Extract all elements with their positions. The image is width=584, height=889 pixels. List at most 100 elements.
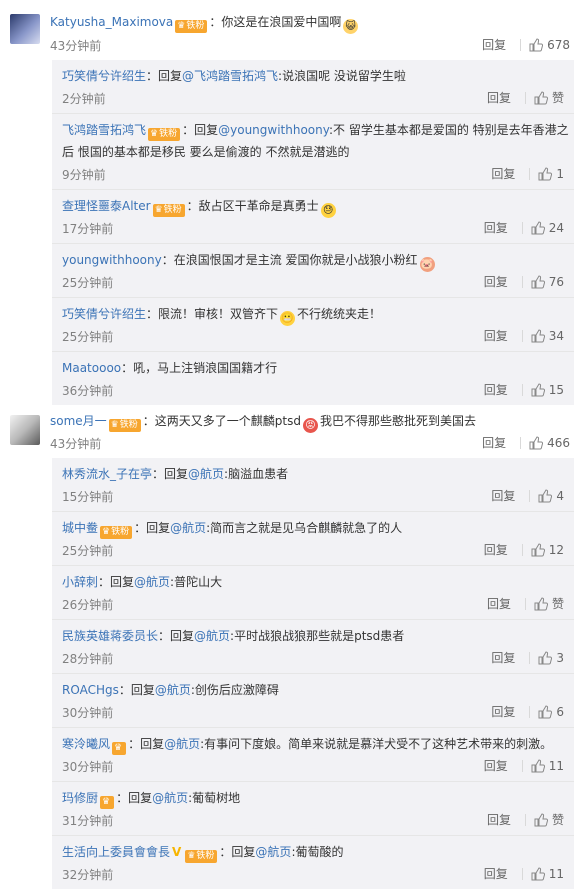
mention-link[interactable]: @航页 — [188, 467, 224, 481]
reply-button[interactable]: 回复 — [491, 705, 515, 719]
divider — [521, 384, 523, 396]
reply-button[interactable]: 回复 — [491, 167, 515, 181]
username-link[interactable]: 玛修厨 — [62, 791, 98, 805]
like-count: 15 — [548, 383, 564, 397]
like-count: 24 — [548, 221, 564, 235]
vip-v-icon: V — [172, 845, 182, 859]
divider — [524, 814, 526, 826]
username-link[interactable]: some月一 — [50, 414, 107, 428]
reply-line: Maatoooo：吼，马上注销浪国国籍才行 — [62, 359, 277, 376]
thumbs-up-icon — [531, 383, 545, 397]
reply-button[interactable]: 回复 — [487, 597, 511, 611]
like-button[interactable]: 6 — [538, 705, 564, 719]
username-link[interactable]: youngwithhoony — [62, 253, 162, 267]
mention-link[interactable]: @航页 — [170, 521, 206, 535]
reply-line: 巧笑倩兮许绍生：回复@飞鸿踏雪拓鸿飞:说浪国呢 没说留学生啦 — [62, 67, 406, 84]
username-link[interactable]: ROACHgs — [62, 683, 119, 697]
reply-list: 巧笑倩兮许绍生：回复@飞鸿踏雪拓鸿飞:说浪国呢 没说留学生啦 2分钟前 回复赞 … — [52, 60, 574, 405]
badge-label: 铁粉 — [186, 21, 205, 31]
username-link[interactable]: 巧笑倩兮许绍生 — [62, 307, 146, 321]
username-link[interactable]: 查理怪噩泰Alter — [62, 199, 151, 213]
like-button[interactable]: 赞 — [534, 597, 564, 611]
mention-link[interactable]: @航页 — [194, 629, 230, 643]
like-button[interactable]: 1 — [538, 167, 564, 181]
mention-link[interactable]: @飞鸿踏雪拓鸿飞 — [182, 69, 278, 83]
fan-badge[interactable]: ♛铁粉 — [148, 128, 181, 141]
reply-actions: 回复 34 — [484, 327, 564, 344]
divider — [529, 652, 531, 664]
reply-button[interactable]: 回复 — [491, 651, 515, 665]
divider — [524, 598, 526, 610]
reply-button[interactable]: 回复 — [484, 221, 508, 235]
reply-text: ：回复 — [182, 123, 219, 137]
avatar[interactable] — [10, 415, 40, 445]
reply-button[interactable]: 回复 — [484, 759, 508, 773]
mention-link[interactable]: @航页 — [164, 737, 200, 751]
fan-badge[interactable]: ♛铁粉 — [185, 850, 218, 863]
badge-label: 铁粉 — [163, 205, 182, 215]
reply-button[interactable]: 回复 — [484, 867, 508, 881]
like-count: 12 — [548, 543, 564, 557]
divider — [529, 490, 531, 502]
reply-item: 寒泠曦风 ♛ ：回复@航页:有事问下度娘。简单来说就是慕洋犬受不了这种艺术带来的刺激… — [52, 728, 574, 782]
username-link[interactable]: 小辞刺 — [62, 575, 98, 589]
reply-button[interactable]: 回复 — [487, 91, 511, 105]
angry-emoji-icon: 😡 — [302, 418, 318, 433]
like-button[interactable]: 11 — [531, 867, 564, 881]
fan-badge[interactable]: ♛ — [100, 796, 115, 809]
like-button[interactable]: 76 — [531, 275, 564, 289]
username-link[interactable]: 民族英雄蒋委员长 — [62, 629, 158, 643]
thumbs-up-icon — [538, 167, 553, 181]
like-button[interactable]: 15 — [531, 383, 564, 397]
reply-list: 林秀流水_子在亭：回复@航页:脑溢血患者 15分钟前 回复 4 城中鲞 ♛铁粉 ：回复… — [52, 458, 574, 889]
reply-button[interactable]: 回复 — [484, 329, 508, 343]
like-button[interactable]: 12 — [531, 543, 564, 557]
reply-button[interactable]: 回复 — [482, 38, 506, 52]
fan-badge[interactable]: ♛铁粉 — [108, 419, 141, 432]
username-link[interactable]: Katyusha_Maximova — [50, 15, 173, 29]
reply-button[interactable]: 回复 — [482, 436, 506, 450]
username-link[interactable]: 城中鲞 — [62, 521, 98, 535]
like-button[interactable]: 4 — [538, 489, 564, 503]
username-link[interactable]: Maatoooo — [62, 361, 121, 375]
mention-link[interactable]: @航页 — [255, 845, 291, 859]
like-button[interactable]: 24 — [531, 221, 564, 235]
fan-badge[interactable]: ♛铁粉 — [100, 526, 133, 539]
username-link[interactable]: 飞鸿踏雪拓鸿飞 — [62, 123, 146, 137]
reply-button[interactable]: 回复 — [484, 275, 508, 289]
reply-button[interactable]: 回复 — [487, 813, 511, 827]
like-count: 76 — [548, 275, 564, 289]
thumbs-up-icon — [538, 705, 553, 719]
comment-actions: 回复 466 — [482, 434, 570, 451]
like-button[interactable]: 赞 — [534, 91, 564, 105]
username-link[interactable]: 寒泠曦风 — [62, 737, 110, 751]
divider — [521, 330, 523, 342]
like-button[interactable]: 466 — [529, 436, 570, 450]
reply-text-2: :葡萄酸的 — [291, 845, 344, 859]
reply-button[interactable]: 回复 — [484, 383, 508, 397]
fan-badge[interactable]: ♛铁粉 — [152, 204, 185, 217]
username-link[interactable]: 巧笑倩兮许绍生 — [62, 69, 146, 83]
reply-time: 25分钟前 — [62, 276, 114, 290]
like-button[interactable]: 678 — [529, 38, 570, 52]
reply-actions: 回复 赞 — [487, 811, 564, 828]
reply-button[interactable]: 回复 — [484, 543, 508, 557]
mention-link[interactable]: @youngwithhoony — [218, 123, 329, 137]
like-button[interactable]: 11 — [531, 759, 564, 773]
like-button[interactable]: 赞 — [534, 813, 564, 827]
reply-button[interactable]: 回复 — [491, 489, 515, 503]
fan-badge[interactable]: ♛ — [112, 742, 127, 755]
like-button[interactable]: 3 — [538, 651, 564, 665]
mention-link[interactable]: @航页 — [152, 791, 188, 805]
username-link[interactable]: 生活向上委員會會長 — [62, 845, 170, 859]
thumbs-up-icon — [531, 221, 545, 235]
avatar[interactable] — [10, 14, 40, 44]
mention-link[interactable]: @航页 — [155, 683, 191, 697]
divider — [521, 276, 523, 288]
fan-badge[interactable]: ♛铁粉 — [175, 20, 208, 33]
mention-link[interactable]: @航页 — [134, 575, 170, 589]
like-button[interactable]: 34 — [531, 329, 564, 343]
divider — [520, 39, 522, 51]
username-link[interactable]: 林秀流水_子在亭 — [62, 467, 152, 481]
like-count: 3 — [556, 651, 564, 665]
